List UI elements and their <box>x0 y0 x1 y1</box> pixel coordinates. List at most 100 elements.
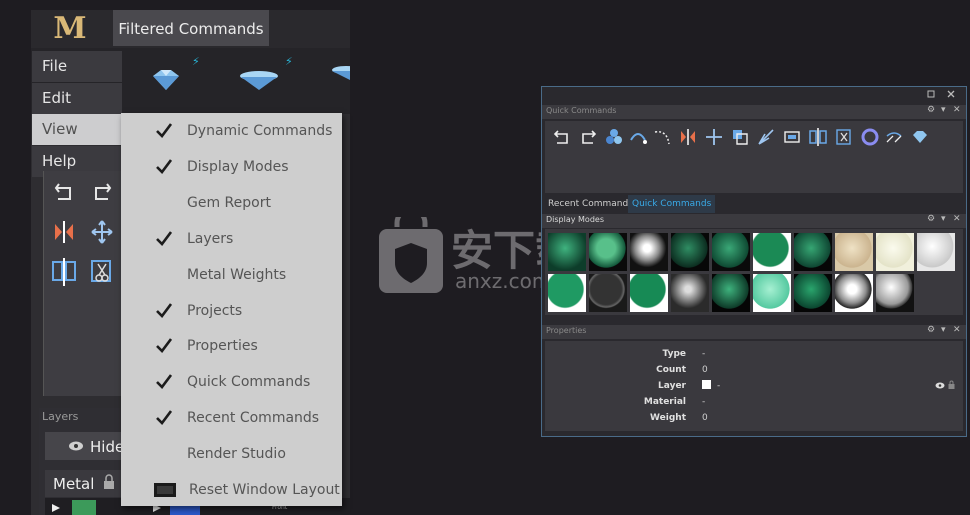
lock-icon[interactable] <box>103 474 115 490</box>
view-menu-item-render-studio[interactable]: Render Studio <box>121 437 342 473</box>
property-material-label: Material <box>643 397 686 407</box>
chevron-down-icon[interactable]: ▾ <box>941 105 946 115</box>
lock-icon[interactable] <box>948 380 955 390</box>
curve-path-icon[interactable] <box>629 128 647 146</box>
view-menu-item-gem-report[interactable]: Gem Report <box>121 186 342 222</box>
close-icon[interactable]: ✕ <box>953 105 961 115</box>
pear-gem-icon[interactable] <box>328 62 350 86</box>
display-modes-body <box>545 229 963 315</box>
display-mode-tile[interactable] <box>712 274 750 312</box>
gear-icon[interactable]: ⚙ <box>927 325 935 335</box>
cut-icon[interactable] <box>89 258 115 286</box>
display-mode-tile[interactable] <box>671 233 709 271</box>
view-menu-item-recent-commands[interactable]: Recent Commands <box>121 401 342 437</box>
round-gem-icon[interactable] <box>149 68 183 92</box>
property-type-value: - <box>702 349 706 359</box>
menu-file[interactable]: File <box>32 51 122 82</box>
display-mode-tile[interactable] <box>712 233 750 271</box>
property-count-label: Count <box>656 365 686 375</box>
menu-edit[interactable]: Edit <box>32 83 122 114</box>
close-icon[interactable] <box>947 90 955 98</box>
checkmark-icon <box>156 123 172 138</box>
dynamic-bolt-icon: ⚡ <box>192 55 200 68</box>
display-mode-tile[interactable] <box>835 274 873 312</box>
display-mode-tile[interactable] <box>794 233 832 271</box>
eye-icon[interactable] <box>935 382 945 389</box>
close-icon[interactable]: ✕ <box>953 325 961 335</box>
layers-panel-title: Layers <box>42 410 79 423</box>
move-icon[interactable] <box>91 220 113 244</box>
tab-quick-commands[interactable]: Quick Commands <box>628 195 716 213</box>
display-mode-tile[interactable] <box>630 233 668 271</box>
floating-panels-window: Quick Commands ⚙ ▾ ✕ Recent Commands Qui… <box>541 86 967 437</box>
view-menu-item-dynamic-commands[interactable]: Dynamic Commands <box>121 114 342 150</box>
mirror-icon[interactable] <box>679 128 697 146</box>
display-mode-tile[interactable] <box>835 233 873 271</box>
app-logo[interactable]: M <box>51 13 89 45</box>
display-mode-tile[interactable] <box>671 274 709 312</box>
undo-icon[interactable] <box>53 180 75 202</box>
display-mode-tile[interactable] <box>753 233 791 271</box>
undo-icon[interactable] <box>553 128 571 146</box>
split-icon[interactable] <box>809 128 827 146</box>
menu-view[interactable]: View <box>32 114 127 145</box>
rotate-icon[interactable] <box>757 128 775 146</box>
display-mode-tile[interactable] <box>917 233 955 271</box>
display-mode-tile[interactable] <box>589 233 627 271</box>
checkmark-icon <box>156 303 172 318</box>
cut-icon[interactable] <box>835 128 853 146</box>
oval-gem-icon[interactable] <box>238 68 280 92</box>
scale-icon[interactable] <box>731 128 749 146</box>
maximize-icon[interactable] <box>927 90 935 98</box>
view-menu-item-projects[interactable]: Projects <box>121 294 342 330</box>
view-menu-item-properties[interactable]: Properties <box>121 329 342 365</box>
display-mode-tile[interactable] <box>753 274 791 312</box>
property-layer-value: - <box>717 381 721 391</box>
chevron-down-icon[interactable]: ▾ <box>941 325 946 335</box>
view-menu-item-quick-commands[interactable]: Quick Commands <box>121 365 342 401</box>
display-mode-tile[interactable] <box>630 274 668 312</box>
gem-icon[interactable] <box>911 128 929 146</box>
play-icon[interactable] <box>51 503 61 513</box>
group-icon[interactable] <box>783 128 801 146</box>
properties-header: Properties ⚙ ▾ ✕ <box>542 325 966 339</box>
properties-body: Type - Count 0 Layer - Material - Weight… <box>545 341 963 431</box>
move-icon[interactable] <box>705 128 723 146</box>
view-menu-item-layers[interactable]: Layers <box>121 222 342 258</box>
gear-icon[interactable]: ⚙ <box>927 214 935 224</box>
gear-icon[interactable]: ⚙ <box>927 105 935 115</box>
display-mode-tile[interactable] <box>548 274 586 312</box>
split-icon[interactable] <box>51 258 77 286</box>
display-mode-tile[interactable] <box>589 274 627 312</box>
title-bar: M Filtered Commands <box>31 10 350 48</box>
display-mode-tile[interactable] <box>876 274 914 312</box>
chevron-down-icon[interactable]: ▾ <box>941 214 946 224</box>
display-mode-tile[interactable] <box>548 233 586 271</box>
checkmark-icon <box>156 410 172 425</box>
property-weight-label: Weight <box>650 413 686 423</box>
layer-color-swatch[interactable] <box>702 380 711 389</box>
view-menu-item-metal-weights[interactable]: Metal Weights <box>121 258 342 294</box>
property-material-value: - <box>702 397 706 407</box>
checkmark-icon <box>156 231 172 246</box>
gem-cluster-icon[interactable] <box>605 128 623 146</box>
display-mode-tile[interactable] <box>794 274 832 312</box>
close-icon[interactable]: ✕ <box>953 214 961 224</box>
view-menu-item-reset-window-layout[interactable]: Reset Window Layout <box>121 473 342 509</box>
display-mode-tile[interactable] <box>876 233 914 271</box>
ring-icon[interactable] <box>861 128 879 146</box>
shield-bag-icon <box>379 217 443 293</box>
redo-icon[interactable] <box>91 180 113 202</box>
redo-icon[interactable] <box>579 128 597 146</box>
checkmark-icon <box>156 374 172 389</box>
pave-curve-icon[interactable] <box>885 128 903 146</box>
view-menu-item-display-modes[interactable]: Display Modes <box>121 150 342 186</box>
quick-commands-body <box>545 121 963 193</box>
arc-array-icon[interactable] <box>653 128 671 146</box>
tab-recent-commands[interactable]: Recent Commands <box>544 195 637 213</box>
mirror-icon[interactable] <box>53 220 75 244</box>
property-count-value: 0 <box>702 365 708 375</box>
checkmark-icon <box>156 338 172 353</box>
layer-color-swatch[interactable] <box>72 500 96 515</box>
tab-filtered-commands[interactable]: Filtered Commands <box>113 10 269 46</box>
